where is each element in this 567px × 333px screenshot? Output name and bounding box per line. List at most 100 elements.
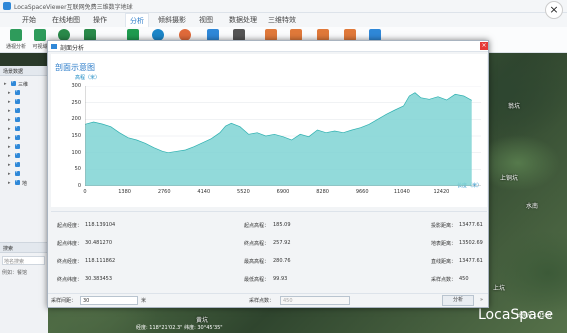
profile-chart: 剖面示意图 高程（米） 长度（米） 0 50 100 150 200 250 300 0 138… (51, 54, 487, 207)
tree-item[interactable]: ▸ (7, 133, 51, 142)
map-label: 黄坑 (196, 317, 209, 324)
tab-online-map[interactable]: 在线地图 (52, 15, 80, 25)
tree-item[interactable]: ▸ (7, 160, 51, 169)
tree-checkbox[interactable] (15, 169, 20, 176)
close-app-button[interactable]: × (545, 1, 563, 19)
title-bar: LocaSpaceViewer互联网免费三维数字地球 (0, 0, 567, 13)
stat-label: 起点高程： (244, 223, 270, 229)
y-tick-label: 250 (71, 99, 81, 106)
tree-checkbox[interactable] (15, 160, 20, 167)
tree-checkbox[interactable] (15, 97, 20, 104)
tree-checkbox[interactable] (15, 88, 20, 95)
tree-item[interactable]: ▸ (7, 88, 51, 97)
dialog-icon (51, 44, 57, 49)
tree-item[interactable]: ▸ (7, 115, 51, 124)
stat-value: 13477.61 (459, 222, 483, 228)
expand-arrow-icon[interactable]: ▸ (8, 90, 11, 96)
tree-checkbox[interactable] (15, 115, 20, 122)
tab-start[interactable]: 开始 (22, 15, 36, 25)
x-tick-label: 8280 (316, 189, 329, 195)
dialog-bottom-bar: 采样间距： 30 米 采样点数： 450 分析 » (48, 293, 488, 307)
tab-oblique-photo[interactable]: 倾斜摄影 (158, 15, 186, 25)
stat-label: 起点经度： (57, 223, 83, 229)
tree-item[interactable]: ▸ (7, 169, 51, 178)
tree-item-label: 三维 (18, 82, 29, 88)
viewshed-icon (34, 29, 46, 41)
stat-value: 185.09 (273, 222, 291, 228)
tree-checkbox[interactable] (15, 142, 20, 149)
map-label: 水南 (526, 203, 539, 210)
app-title: LocaSpaceViewer互联网免费三维数字地球 (14, 4, 133, 11)
x-tick-label: 5520 (237, 189, 250, 195)
dialog-close-button[interactable]: × (480, 42, 488, 50)
expand-arrow-icon[interactable]: ▸ (4, 81, 7, 87)
expand-arrow-icon[interactable]: ▸ (8, 99, 11, 105)
search-header: 搜索 (0, 243, 48, 253)
x-tick-label: 1380 (118, 189, 131, 195)
profile-analysis-dialog: 剖面分析 × 剖面示意图 高程（米） 长度（米） 0 50 100 150 200 250… (47, 40, 489, 308)
expand-arrow-icon[interactable]: ▸ (8, 117, 11, 123)
plot-area (85, 86, 481, 186)
tab-operation[interactable]: 操作 (93, 15, 107, 25)
sample-count-input: 450 (280, 296, 350, 305)
left-panel: 场景数据 ▸三维▸▸▸▸▸▸▸▸▸▸▸地 搜索 地名搜索 例如：餐馆 (0, 66, 48, 333)
app-logo-icon (3, 2, 11, 10)
statistics-panel: 起点经度： 118.139104 起点高程： 185.09 投影距离： 13477.61 起… (51, 211, 487, 293)
map-label: 上铜坑 (500, 175, 519, 182)
y-tick-label: 150 (71, 133, 81, 139)
stat-label: 采样点数： (431, 277, 457, 283)
y-tick-label: 100 (71, 149, 81, 156)
expand-arrow-icon[interactable]: ▸ (8, 135, 11, 141)
tree-item[interactable]: ▸ (7, 151, 51, 160)
scene-data-header: 场景数据 (0, 66, 47, 76)
x-tick-label: 11040 (393, 189, 410, 195)
tab-analysis[interactable]: 分析 (125, 13, 149, 27)
x-tick-label: 4140 (197, 189, 211, 195)
x-tick-label: 6900 (276, 189, 290, 195)
stat-label: 最低高程： (244, 277, 270, 283)
ribbon-button-line-of-sight[interactable]: 通视分析 (3, 28, 29, 52)
line-of-sight-icon (10, 29, 22, 41)
interval-input[interactable]: 30 (80, 296, 138, 305)
expand-arrow-icon[interactable]: ▸ (8, 180, 11, 186)
tree-item[interactable]: ▸ 三维 (3, 79, 47, 88)
y-tick-label: 200 (71, 116, 81, 123)
tree-checkbox[interactable] (15, 178, 20, 185)
collapse-icon[interactable]: » (480, 297, 483, 303)
stat-value: 257.92 (273, 240, 291, 246)
tree-checkbox[interactable] (15, 106, 20, 113)
analyze-button[interactable]: 分析 (442, 295, 474, 306)
tree-item[interactable]: ▸地 (7, 178, 51, 187)
ribbon-button-label: 通视分析 (5, 44, 26, 50)
map-label: 上坑 (493, 285, 506, 292)
y-tick-label: 50 (74, 166, 81, 173)
expand-arrow-icon[interactable]: ▸ (8, 144, 11, 150)
expand-arrow-icon[interactable]: ▸ (8, 126, 11, 132)
stat-label: 投影距离： (431, 223, 457, 229)
stat-value: 118.111862 (85, 258, 116, 264)
tab-3d-effects[interactable]: 三维特效 (268, 15, 296, 25)
expand-arrow-icon[interactable]: ▸ (8, 171, 11, 177)
tree-item[interactable]: ▸ (7, 106, 51, 115)
stat-value: 13477.61 (459, 258, 483, 264)
tab-data-processing[interactable]: 数据处理 (229, 15, 257, 25)
tree-checkbox[interactable] (15, 124, 20, 131)
tree-item[interactable]: ▸ (7, 124, 51, 133)
tab-view[interactable]: 视图 (199, 15, 213, 25)
expand-arrow-icon[interactable]: ▸ (8, 108, 11, 114)
tree-item[interactable]: ▸ (7, 97, 51, 106)
sample-count-label: 采样点数： (249, 298, 275, 304)
expand-arrow-icon[interactable]: ▸ (8, 153, 11, 159)
search-input[interactable]: 地名搜索 (2, 256, 45, 265)
expand-arrow-icon[interactable]: ▸ (8, 162, 11, 168)
tree-checkbox[interactable] (15, 133, 20, 140)
stat-value: 118.139104 (85, 222, 116, 228)
tree-item[interactable]: ▸ (7, 142, 51, 151)
tree-checkbox[interactable] (11, 79, 16, 86)
tree-checkbox[interactable] (15, 151, 20, 158)
interval-unit: 米 (141, 298, 147, 304)
stat-label: 直线距离： (431, 259, 457, 265)
x-tick-label: 2760 (157, 189, 171, 195)
search-panel: 搜索 地名搜索 例如：餐馆 (0, 242, 48, 333)
stat-value: 30.481270 (85, 240, 113, 246)
